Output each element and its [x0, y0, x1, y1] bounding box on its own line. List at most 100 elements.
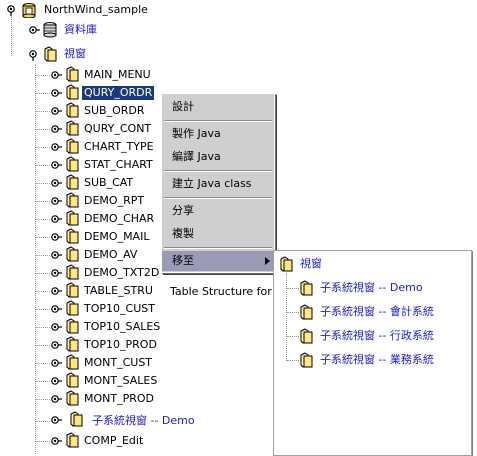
folder-icon [300, 304, 314, 320]
menu-item-move-to[interactable]: 移至 [162, 251, 274, 271]
item-expand-handle[interactable] [50, 160, 63, 171]
item-expand-handle[interactable] [50, 214, 63, 225]
move-to-submenu: 視窗 子系統視窗 -- Demo 子系統視窗 -- 會計系統 子系統視窗 -- 行政… [273, 250, 472, 456]
menu-item-build-class[interactable]: 建立 Java class [162, 174, 274, 194]
tree-item-label[interactable]: QURY_ORDR [82, 86, 155, 100]
form-icon [66, 432, 80, 448]
tree-item-label[interactable]: SUB_ORDR [84, 104, 145, 118]
root-expand-handle[interactable] [6, 4, 18, 17]
item-expand-handle[interactable] [50, 376, 63, 387]
item-expand-handle[interactable] [50, 196, 63, 207]
form-icon [66, 354, 80, 370]
tree-item-label[interactable]: MONT_PROD [84, 392, 154, 406]
submenu-item-label[interactable]: 子系統視窗 -- 會計系統 [320, 305, 434, 319]
tree-guide-line [35, 64, 36, 454]
item-expand-handle[interactable] [50, 322, 63, 333]
item-expand-handle[interactable] [50, 232, 63, 243]
form-icon [66, 264, 80, 280]
tree-item-label[interactable]: CHART_TYPE [84, 140, 154, 154]
form-icon [66, 228, 80, 244]
tree-item-label[interactable]: QURY_CONT [84, 122, 151, 136]
item-expand-handle[interactable] [50, 250, 63, 261]
tree-item-label[interactable]: MONT_SALES [84, 374, 157, 388]
tree-guide-line [36, 75, 50, 76]
tree-views-label[interactable]: 視窗 [64, 47, 86, 61]
tree-item-label[interactable]: STAT_CHART [84, 158, 153, 172]
tree-subsystem-label[interactable]: 子系統視窗 -- Demo [92, 414, 195, 428]
tree-guide-line [286, 273, 287, 361]
menu-item-share[interactable]: 分享 [162, 201, 274, 221]
tree-item-label[interactable]: TOP10_SALES [84, 320, 160, 334]
submenu-item-label[interactable]: 子系統視窗 -- Demo [320, 281, 423, 295]
tree-item-label[interactable]: DEMO_RPT [84, 194, 144, 208]
form-icon [66, 210, 80, 226]
tree-root-label[interactable]: NorthWind_sample [44, 3, 148, 17]
menu-item-make-java[interactable]: 製作 Java [162, 124, 274, 144]
tree-guide-line [36, 219, 50, 220]
tree-guide-line [36, 111, 50, 112]
submenu-root-label[interactable]: 視窗 [300, 257, 322, 271]
tree-guide-line [36, 363, 50, 364]
item-expand-handle[interactable] [50, 88, 63, 99]
menu-item-design[interactable]: 設計 [162, 97, 274, 117]
tree-item-label[interactable]: DEMO_AV [84, 248, 137, 262]
form-icon [66, 156, 80, 172]
project-icon [22, 2, 36, 19]
context-menu: 設計 製作 Java 編譯 Java 建立 Java class 分享 複製 移… [161, 93, 275, 273]
form-icon [66, 282, 80, 298]
tree-guide-line [36, 201, 50, 202]
tooltip-text: Table Structure for [170, 285, 272, 299]
tree-database-label[interactable]: 資料庫 [64, 23, 97, 37]
item-expand-handle[interactable] [50, 106, 63, 117]
tree-item-label[interactable]: TOP10_CUST [84, 302, 155, 316]
comp-edit-expand-handle[interactable] [50, 436, 63, 447]
item-expand-handle[interactable] [50, 70, 63, 81]
database-expand-handle[interactable] [28, 25, 41, 36]
folder-icon [44, 46, 58, 62]
item-expand-handle[interactable] [50, 358, 63, 369]
tree-guide-line [36, 93, 50, 94]
tree-guide-line [287, 288, 299, 289]
item-expand-handle[interactable] [50, 124, 63, 135]
tree-guide-line [36, 441, 50, 442]
tree-guide-line [36, 237, 50, 238]
tree-item-label[interactable]: TOP10_PROD [84, 338, 157, 352]
tree-guide-line [36, 255, 50, 256]
item-expand-handle[interactable] [50, 178, 63, 189]
form-icon [66, 138, 80, 154]
item-expand-handle[interactable] [50, 268, 63, 279]
item-expand-handle[interactable] [50, 394, 63, 405]
tree-guide-line [36, 165, 50, 166]
item-expand-handle[interactable] [50, 142, 63, 153]
tree-guide-line [287, 360, 299, 361]
submenu-item-label[interactable]: 子系統視窗 -- 行政系統 [320, 329, 434, 343]
tree-item-label[interactable]: MONT_CUST [84, 356, 152, 370]
tree-guide-line [287, 336, 299, 337]
menu-item-copy[interactable]: 複製 [162, 224, 274, 244]
subsystem-expand-handle[interactable] [50, 415, 63, 426]
tree-item-label[interactable]: DEMO_CHAR [84, 212, 154, 226]
tree-item-label[interactable]: SUB_CAT [84, 176, 133, 190]
tree-item-label[interactable]: DEMO_MAIL [84, 230, 149, 244]
form-icon [66, 84, 80, 100]
form-icon [66, 390, 80, 406]
tree-item-label[interactable]: MAIN_MENU [84, 68, 151, 82]
item-expand-handle[interactable] [50, 304, 63, 315]
tree-guide-line [36, 147, 50, 148]
item-expand-handle[interactable] [50, 286, 63, 297]
tree-guide-line [36, 421, 50, 422]
item-expand-handle[interactable] [50, 340, 63, 351]
tree-guide-line [36, 399, 50, 400]
tree-item-label[interactable]: TABLE_STRU [84, 284, 153, 298]
tree-guide-line [11, 16, 12, 56]
tree-item-label[interactable]: DEMO_TXT2D [84, 266, 159, 280]
folder-icon [280, 256, 294, 272]
views-expand-handle[interactable] [28, 49, 40, 62]
form-icon [66, 102, 80, 118]
folder-icon [300, 328, 314, 344]
menu-item-compile-java[interactable]: 編譯 Java [162, 147, 274, 167]
submenu-item-label[interactable]: 子系統視窗 -- 業務系統 [320, 353, 434, 367]
tree-guide-line [36, 291, 50, 292]
tree-item-label[interactable]: COMP_Edit [84, 434, 143, 448]
tree-guide-line [36, 183, 50, 184]
